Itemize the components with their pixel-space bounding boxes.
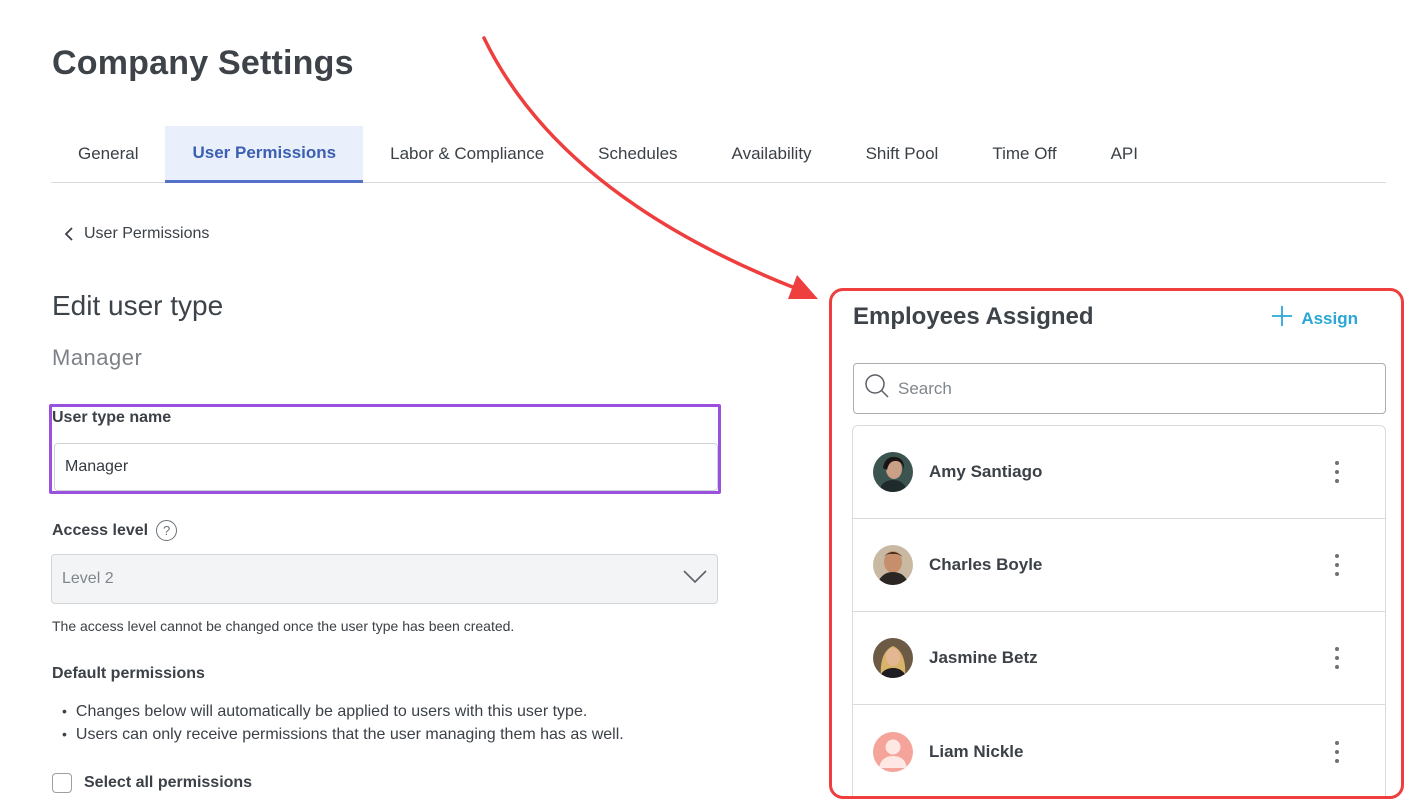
employee-name: Jasmine Betz	[929, 648, 1038, 667]
tab-time-off[interactable]: Time Off	[965, 126, 1083, 182]
list-item[interactable]: Charles Boyle	[853, 519, 1385, 612]
tab-api[interactable]: API	[1084, 126, 1165, 182]
search-icon	[864, 373, 890, 404]
list-item: Users can only receive permissions that …	[62, 723, 624, 746]
more-options-icon[interactable]	[1331, 550, 1343, 580]
user-type-name-group: User type name	[49, 404, 721, 494]
permissions-notes: Changes below will automatically be appl…	[62, 700, 624, 746]
access-level-label: Access level	[52, 521, 149, 539]
help-icon[interactable]: ?	[156, 520, 178, 541]
avatar	[873, 545, 913, 585]
access-level-value: Level 2	[62, 570, 114, 587]
tab-general[interactable]: General	[51, 126, 165, 182]
more-options-icon[interactable]	[1331, 643, 1343, 673]
assign-button[interactable]: Assign	[1271, 305, 1358, 332]
employee-search[interactable]	[853, 363, 1386, 414]
employees-assigned-title: Employees Assigned	[853, 303, 1094, 330]
employee-name: Charles Boyle	[929, 555, 1043, 574]
breadcrumb-label: User Permissions	[84, 225, 210, 242]
tab-user-permissions[interactable]: User Permissions	[165, 126, 364, 183]
assign-label: Assign	[1301, 308, 1358, 328]
employee-list: Amy Santiago Charles Boyle Jasmine Betz …	[852, 425, 1386, 796]
avatar-placeholder	[873, 731, 913, 772]
access-level-select[interactable]: Level 2	[51, 554, 718, 604]
page-title: Company Settings	[52, 44, 354, 82]
section-title: Edit user type	[52, 290, 224, 321]
tab-labor-compliance[interactable]: Labor & Compliance	[363, 126, 571, 182]
chevron-down-icon	[683, 569, 707, 589]
access-level-helper: The access level cannot be changed once …	[52, 618, 515, 634]
default-permissions-label: Default permissions	[52, 665, 205, 682]
plus-icon	[1271, 305, 1293, 332]
chevron-left-icon	[64, 227, 74, 241]
more-options-icon[interactable]	[1331, 457, 1343, 487]
list-item[interactable]: Jasmine Betz	[853, 612, 1385, 705]
search-input[interactable]	[898, 378, 1375, 399]
select-all-checkbox[interactable]	[52, 773, 72, 793]
avatar	[873, 638, 913, 678]
employees-assigned-panel: Employees Assigned Assign Amy Santiago C…	[829, 288, 1404, 799]
list-item: Changes below will automatically be appl…	[62, 700, 624, 723]
select-all-permissions[interactable]: Select all permissions	[52, 773, 252, 793]
settings-tabs: General User Permissions Labor & Complia…	[51, 126, 1386, 183]
employee-name: Amy Santiago	[929, 462, 1043, 481]
user-type-name-input[interactable]	[54, 443, 718, 491]
tab-schedules[interactable]: Schedules	[571, 126, 704, 182]
list-item[interactable]: Amy Santiago	[853, 426, 1385, 519]
list-item[interactable]: Liam Nickle	[853, 705, 1385, 796]
user-type-subtitle: Manager	[52, 345, 143, 370]
tab-shift-pool[interactable]: Shift Pool	[839, 126, 966, 182]
avatar	[873, 452, 913, 492]
employee-name: Liam Nickle	[929, 741, 1024, 761]
tab-availability[interactable]: Availability	[705, 126, 839, 182]
breadcrumb[interactable]: User Permissions	[64, 225, 209, 243]
user-type-name-label: User type name	[52, 409, 172, 426]
more-options-icon[interactable]	[1331, 737, 1343, 767]
select-all-label: Select all permissions	[84, 774, 253, 791]
access-level-label-row: Access level ?	[52, 520, 178, 541]
